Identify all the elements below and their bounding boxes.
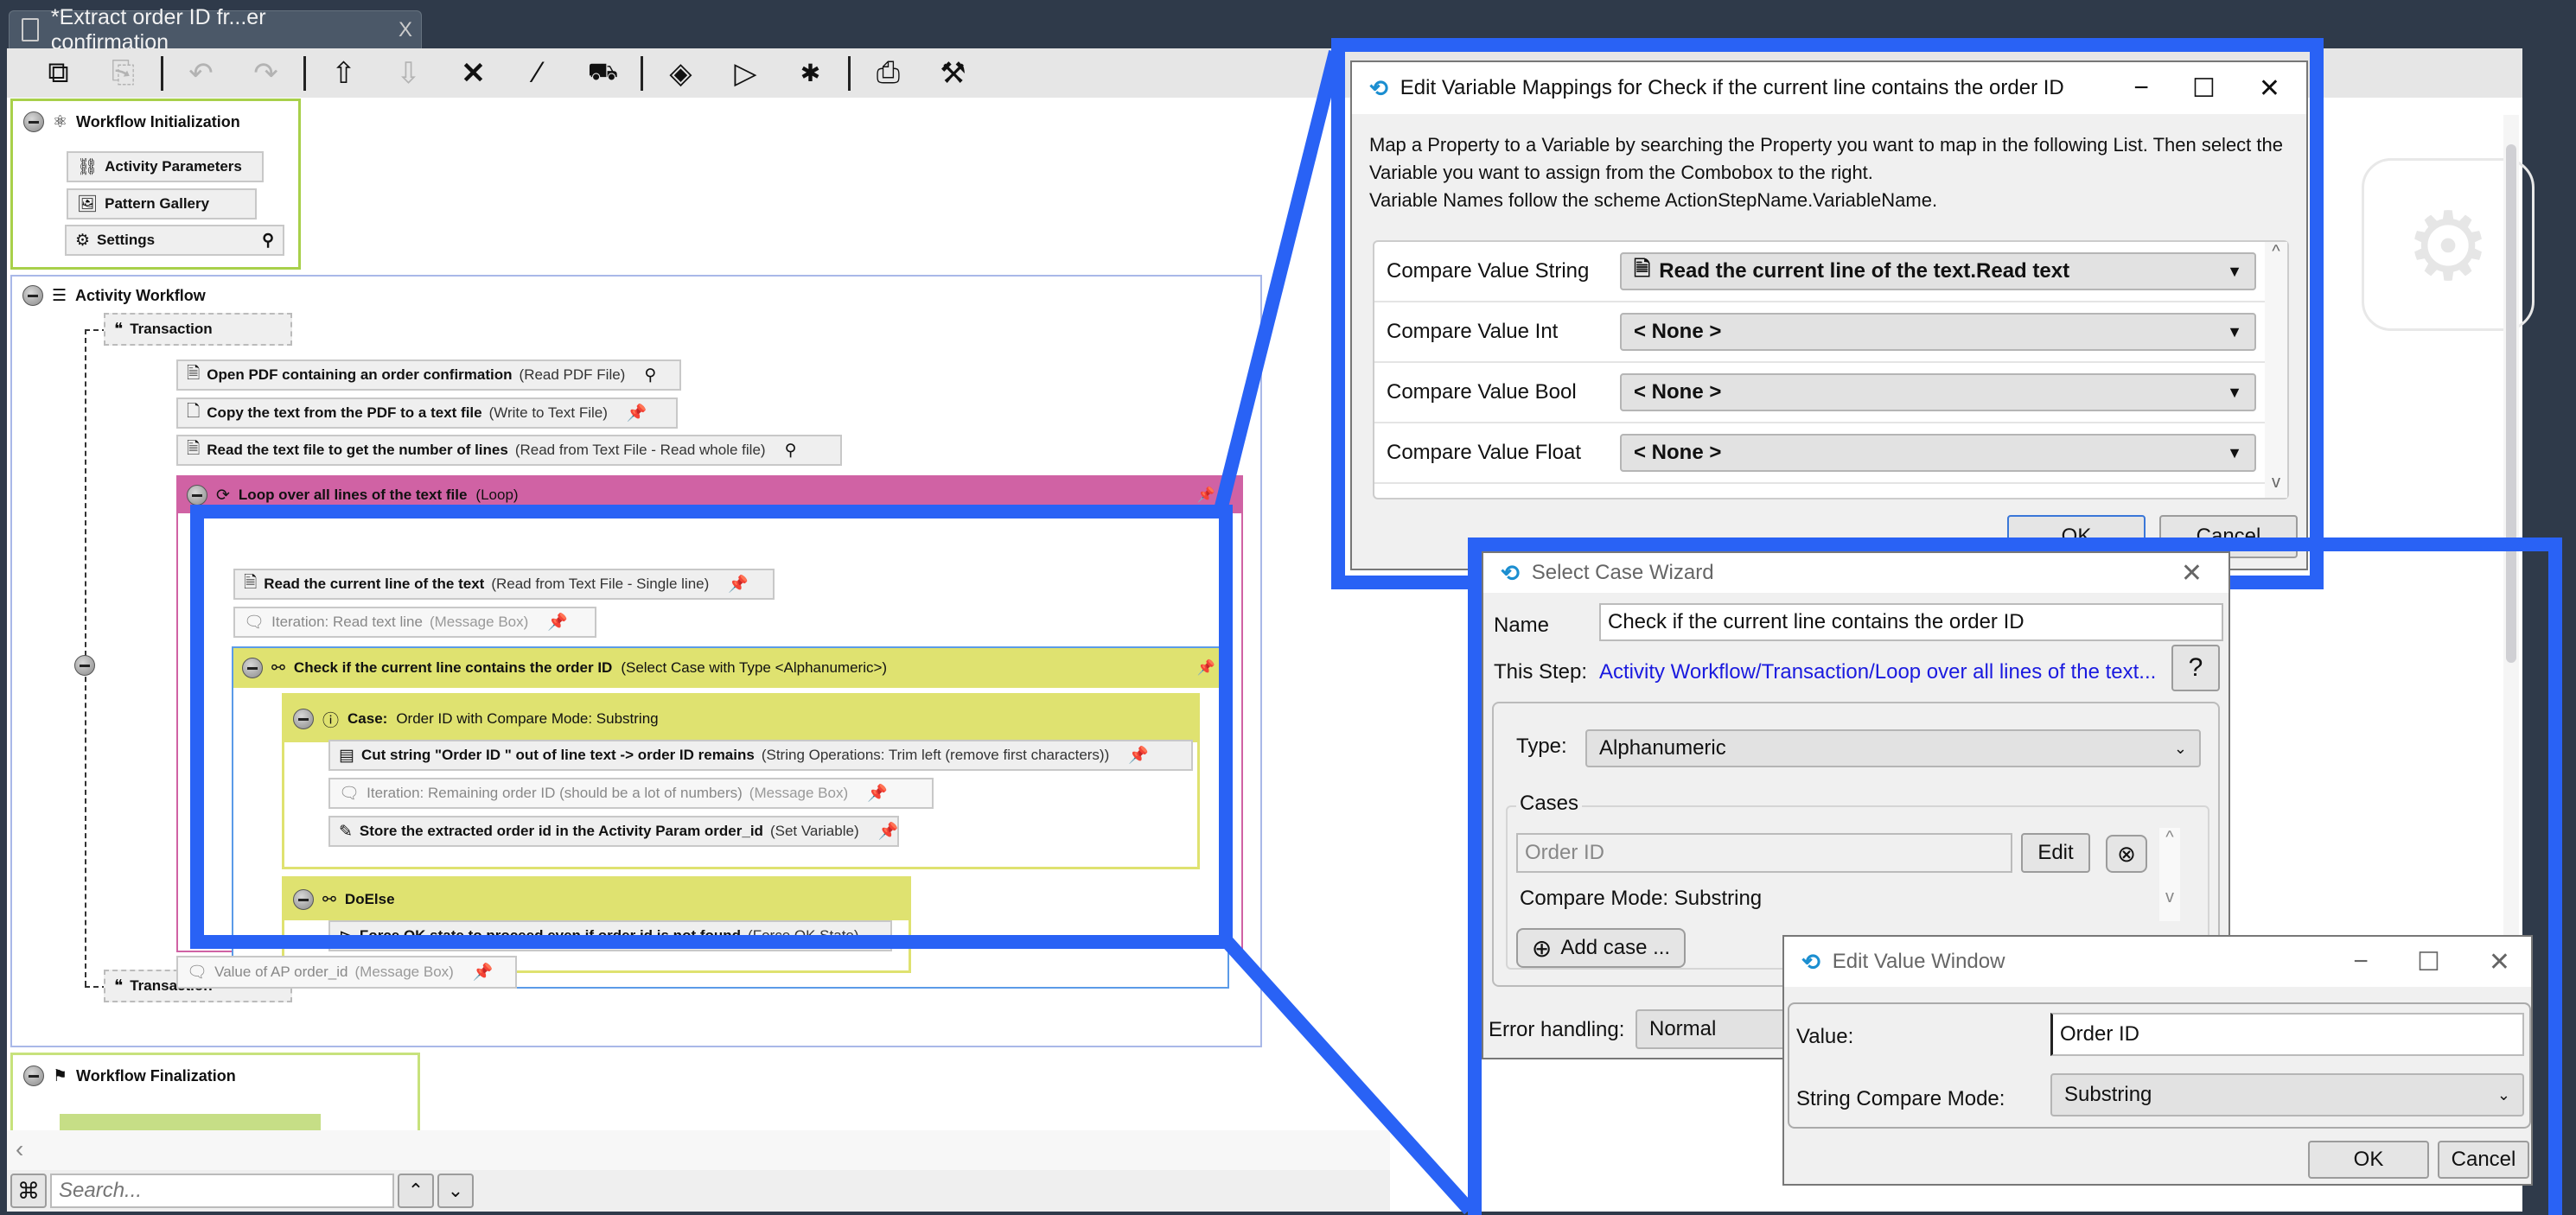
list-scrollbar[interactable]: ^ v xyxy=(2265,242,2287,498)
app-logo-icon: ⟲ xyxy=(1369,74,1388,101)
highlight-loop-region xyxy=(190,505,1233,949)
scroll-up-icon[interactable]: ^ xyxy=(2265,242,2287,262)
dropdown-arrow-icon: ▼ xyxy=(2227,383,2242,401)
mapping-row: Compare Value String 🗎 Read the current li… xyxy=(1374,242,2265,302)
value-window-titlebar: ⟲ Edit Value Window − ☐ ✕ xyxy=(1784,937,2531,987)
mapping-value: < None > xyxy=(1634,441,1722,464)
value-input[interactable]: Order ID xyxy=(2050,1013,2524,1056)
mapping-value: < None > xyxy=(1634,380,1722,404)
edit-variable-mappings-dialog: ⟲ Edit Variable Mappings for Check if th… xyxy=(1350,60,2308,570)
type-label: Type: xyxy=(1516,735,1567,758)
edit-case-button[interactable]: Edit xyxy=(2021,833,2090,873)
connector-line xyxy=(1221,935,1475,1215)
dropdown-arrow-icon: ▼ xyxy=(2227,322,2242,340)
minimize-icon[interactable]: − xyxy=(2133,73,2149,104)
close-icon[interactable]: ✕ xyxy=(2181,558,2203,588)
chevron-down-icon: ⌄ xyxy=(2496,1085,2510,1104)
mapping-row: Compare Value Bool < None > ▼ xyxy=(1374,363,2265,423)
description-text: Map a Property to a Variable by searchin… xyxy=(1369,134,2283,183)
app-logo-icon: ⟲ xyxy=(1801,948,1820,975)
compare-mode-label: String Compare Mode: xyxy=(1796,1087,2005,1110)
mapping-select[interactable]: < None > ▼ xyxy=(1620,313,2256,351)
wizard-titlebar: ⟲ Select Case Wizard ✕ xyxy=(1483,553,2228,593)
close-icon[interactable]: ✕ xyxy=(2259,73,2280,104)
dialog-title: Edit Variable Mappings for Check if the … xyxy=(1400,76,2064,99)
mapping-value: Read the current line of the text.Read t… xyxy=(1659,259,2070,283)
mapping-select[interactable]: < None > ▼ xyxy=(1620,434,2256,472)
wizard-title: Select Case Wizard xyxy=(1531,561,1714,584)
app-logo-icon: ⟲ xyxy=(1501,559,1520,586)
edit-value-window: ⟲ Edit Value Window − ☐ ✕ Value: Order ID … xyxy=(1782,935,2533,1186)
text-file-icon: 🗎 xyxy=(1634,257,1651,281)
step-label: This Step: xyxy=(1494,660,1588,684)
case-value-field[interactable]: Order ID xyxy=(1516,833,2012,873)
mappings-list: Compare Value String 🗎 Read the current li… xyxy=(1373,240,2289,499)
mapping-row: Compare Value Int < None > ▼ xyxy=(1374,302,2265,363)
value-label: Value: xyxy=(1796,1025,1854,1048)
description-note: Variable Names follow the scheme ActionS… xyxy=(1369,189,1938,211)
mapping-label: Compare Value Int xyxy=(1387,320,1559,343)
connector-line xyxy=(1212,50,1342,518)
error-handling-value: Normal xyxy=(1649,1017,1717,1040)
maximize-icon[interactable]: ☐ xyxy=(2192,73,2216,104)
cases-scrollbar[interactable]: ^ v xyxy=(2159,828,2180,921)
mapping-select[interactable]: < None > ▼ xyxy=(1620,373,2256,411)
step-path-link[interactable]: Activity Workflow/Transaction/Loop over … xyxy=(1599,660,2156,684)
chevron-down-icon: ⌄ xyxy=(2173,739,2187,757)
name-input[interactable]: Check if the current line contains the o… xyxy=(1599,603,2223,641)
mapping-label: Compare Value String xyxy=(1387,259,1590,283)
mapping-select[interactable]: 🗎 Read the current line of the text.Read … xyxy=(1620,252,2256,290)
ok-button[interactable]: OK xyxy=(2308,1141,2429,1179)
value-group: Value: Order ID String Compare Mode: Sub… xyxy=(1788,1002,2531,1129)
add-case-label: Add case ... xyxy=(1560,936,1671,959)
cancel-button[interactable]: Cancel xyxy=(2438,1141,2529,1179)
cases-label: Cases xyxy=(1516,792,1583,816)
remove-case-icon[interactable]: ⊗ xyxy=(2106,835,2147,873)
compare-mode-value: Substring xyxy=(2064,1083,2152,1106)
help-icon[interactable]: ? xyxy=(2171,645,2220,691)
error-handling-label: Error handling: xyxy=(1489,1018,1625,1041)
compare-mode-select[interactable]: Substring ⌄ xyxy=(2050,1073,2524,1116)
close-icon[interactable]: ✕ xyxy=(2489,947,2510,977)
add-case-button[interactable]: ⊕ Add case ... xyxy=(1516,928,1686,968)
scroll-down-icon[interactable]: v xyxy=(2265,473,2287,493)
mapping-label: Compare Value Bool xyxy=(1387,380,1577,404)
value-window-title: Edit Value Window xyxy=(1832,950,2005,973)
dropdown-arrow-icon: ▼ xyxy=(2227,262,2242,280)
type-select[interactable]: Alphanumeric ⌄ xyxy=(1585,729,2201,767)
minimize-icon[interactable]: − xyxy=(2353,947,2369,977)
dialog-description: Map a Property to a Variable by searchin… xyxy=(1352,114,2306,214)
maximize-icon[interactable]: ☐ xyxy=(2417,947,2440,977)
name-label: Name xyxy=(1494,614,1550,637)
type-value: Alphanumeric xyxy=(1599,736,1726,760)
dropdown-arrow-icon: ▼ xyxy=(2227,443,2242,461)
dialog-titlebar: ⟲ Edit Variable Mappings for Check if th… xyxy=(1352,62,2306,114)
compare-mode-text: Compare Mode: Substring xyxy=(1520,887,1763,910)
mapping-value: < None > xyxy=(1634,320,1722,343)
mapping-label: Compare Value Float xyxy=(1387,441,1581,464)
plus-icon: ⊕ xyxy=(1531,934,1553,962)
mapping-row: Compare Value Float < None > ▼ xyxy=(1374,423,2265,484)
